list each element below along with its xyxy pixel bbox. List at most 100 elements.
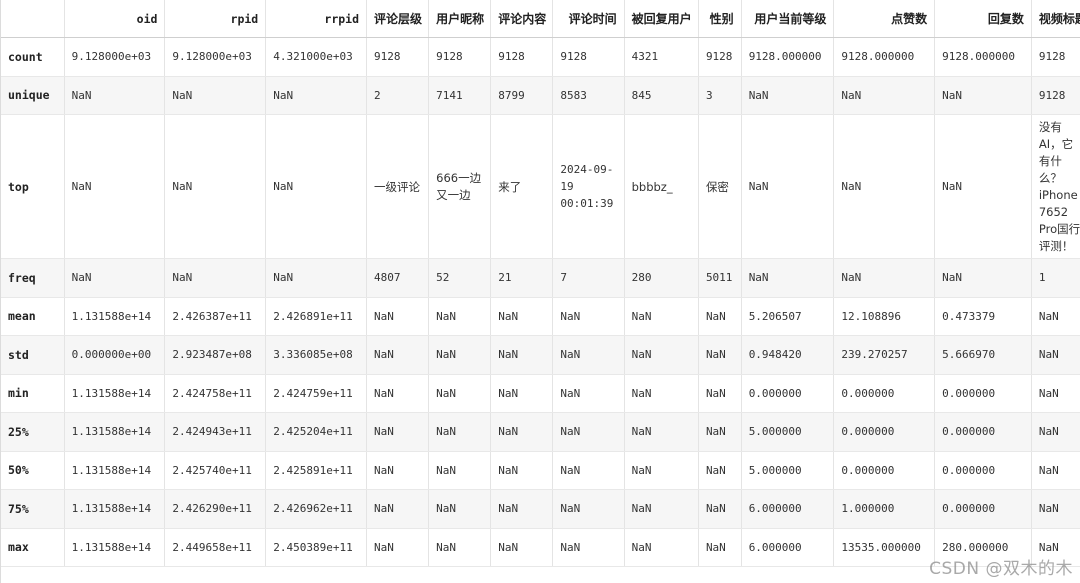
table-cell: NaN xyxy=(934,114,1032,259)
column-header: rrpid xyxy=(265,0,368,38)
table-cell: NaN xyxy=(624,451,699,490)
table-cell: NaN xyxy=(490,451,554,490)
describe-table: oid rpid rrpid 评论层级 用户昵称 评论内容 评论时间 被回复用户… xyxy=(1,0,1080,567)
table-cell: NaN xyxy=(428,335,492,375)
table-row: mean 1.131588e+14 2.426387e+11 2.426891e+11… xyxy=(1,297,1080,336)
table-cell: 1.131588e+14 xyxy=(64,489,166,529)
table-cell: NaN xyxy=(1031,451,1080,490)
table-cell: NaN xyxy=(552,451,625,490)
table-cell: NaN xyxy=(552,489,625,529)
table-cell: 2.424758e+11 xyxy=(164,374,267,413)
table-cell: NaN xyxy=(64,114,166,259)
table-cell: NaN xyxy=(490,528,554,567)
table-row: top NaN NaN NaN 一级评论 666一边又一边 来了 2024-09-19 00:… xyxy=(1,114,1080,259)
table-cell: 5.000000 xyxy=(741,451,835,490)
table-cell: NaN xyxy=(164,76,267,115)
row-index-label: max xyxy=(1,528,65,567)
table-cell: NaN xyxy=(366,451,430,490)
table-cell: 1.000000 xyxy=(833,489,936,529)
table-cell: NaN xyxy=(428,489,492,529)
table-cell: NaN xyxy=(164,258,267,298)
table-cell: NaN xyxy=(552,335,625,375)
table-cell: NaN xyxy=(428,528,492,567)
table-cell: 239.270257 xyxy=(833,335,936,375)
table-cell: NaN xyxy=(164,114,267,259)
table-cell: NaN xyxy=(552,528,625,567)
table-cell: NaN xyxy=(698,297,742,336)
table-cell: NaN xyxy=(698,335,742,375)
table-cell: NaN xyxy=(934,258,1032,298)
table-cell: 9128 xyxy=(366,37,430,77)
column-header: 性别 xyxy=(698,0,742,38)
table-cell: NaN xyxy=(490,335,554,375)
table-cell: NaN xyxy=(265,258,368,298)
table-cell: 7141 xyxy=(428,76,492,115)
table-cell: 0.000000 xyxy=(741,374,835,413)
table-cell: NaN xyxy=(624,374,699,413)
row-index-label: std xyxy=(1,335,65,375)
table-cell: NaN xyxy=(552,412,625,452)
column-header: 评论时间 xyxy=(552,0,625,38)
row-index-label: 25% xyxy=(1,412,65,452)
table-cell: NaN xyxy=(64,76,166,115)
table-cell: 2.426891e+11 xyxy=(265,297,368,336)
table-cell: NaN xyxy=(1031,335,1080,375)
table-cell: 9128 xyxy=(1031,37,1080,77)
table-cell: 6.000000 xyxy=(741,489,835,529)
table-cell: NaN xyxy=(428,297,492,336)
table-cell: NaN xyxy=(265,76,368,115)
row-index-label: freq xyxy=(1,258,65,298)
table-cell: 2.425891e+11 xyxy=(265,451,368,490)
table-cell: NaN xyxy=(366,528,430,567)
table-cell: NaN xyxy=(833,76,936,115)
table-cell: 2.424943e+11 xyxy=(164,412,267,452)
table-cell: NaN xyxy=(490,374,554,413)
table-cell: 4.321000e+03 xyxy=(265,37,368,77)
table-cell: 2.426387e+11 xyxy=(164,297,267,336)
table-cell: 9128 xyxy=(1031,76,1080,115)
row-index-label: top xyxy=(1,114,65,259)
table-cell: 3 xyxy=(698,76,742,115)
row-index-label: 75% xyxy=(1,489,65,529)
table-cell: NaN xyxy=(741,258,835,298)
row-index-label: 50% xyxy=(1,451,65,490)
table-cell: 13535.000000 xyxy=(833,528,936,567)
table-cell: 0.000000 xyxy=(934,451,1032,490)
table-cell: NaN xyxy=(624,528,699,567)
table-cell: 0.000000 xyxy=(833,374,936,413)
table-cell: NaN xyxy=(624,489,699,529)
table-row: min 1.131588e+14 2.424758e+11 2.424759e+11 N… xyxy=(1,374,1080,413)
table-cell: 一级评论 xyxy=(366,114,430,259)
column-header: 评论内容 xyxy=(490,0,554,38)
table-cell: 0.000000 xyxy=(833,451,936,490)
table-cell: 0.948420 xyxy=(741,335,835,375)
table-cell: NaN xyxy=(741,114,835,259)
table-cell: NaN xyxy=(698,528,742,567)
table-row: unique NaN NaN NaN 2 7141 8799 8583 845 3 NaN NaN Na… xyxy=(1,76,1080,115)
table-cell: NaN xyxy=(833,258,936,298)
table-cell: 52 xyxy=(428,258,492,298)
table-cell: 9128 xyxy=(552,37,625,77)
table-cell: 9128.000000 xyxy=(741,37,835,77)
table-cell: NaN xyxy=(698,489,742,529)
table-cell: 5.206507 xyxy=(741,297,835,336)
table-cell: NaN xyxy=(1031,297,1080,336)
table-row: max 1.131588e+14 2.449658e+11 2.450389e+11 N… xyxy=(1,528,1080,567)
table-cell: 8799 xyxy=(490,76,554,115)
table-cell: NaN xyxy=(366,297,430,336)
table-cell: 4807 xyxy=(366,258,430,298)
table-cell: 2 xyxy=(366,76,430,115)
table-cell: NaN xyxy=(1031,374,1080,413)
table-row: std 0.000000e+00 2.923487e+08 3.336085e+08 N… xyxy=(1,335,1080,375)
table-cell: NaN xyxy=(490,297,554,336)
table-row: freq NaN NaN NaN 4807 52 21 7 280 5011 NaN NaN NaN 1 xyxy=(1,258,1080,298)
table-cell: NaN xyxy=(265,114,368,259)
table-cell: 1 xyxy=(1031,258,1080,298)
table-cell: 0.000000e+00 xyxy=(64,335,166,375)
table-cell: 没有AI，它有什么？iPhone 7652 Pro国行评测！ xyxy=(1031,114,1080,259)
table-row: 50% 1.131588e+14 2.425740e+11 2.425891e+11 N… xyxy=(1,451,1080,490)
table-row: 75% 1.131588e+14 2.426290e+11 2.426962e+11 N… xyxy=(1,489,1080,529)
table-cell: 1.131588e+14 xyxy=(64,451,166,490)
table-cell: 0.000000 xyxy=(833,412,936,452)
table-cell: 9128 xyxy=(698,37,742,77)
